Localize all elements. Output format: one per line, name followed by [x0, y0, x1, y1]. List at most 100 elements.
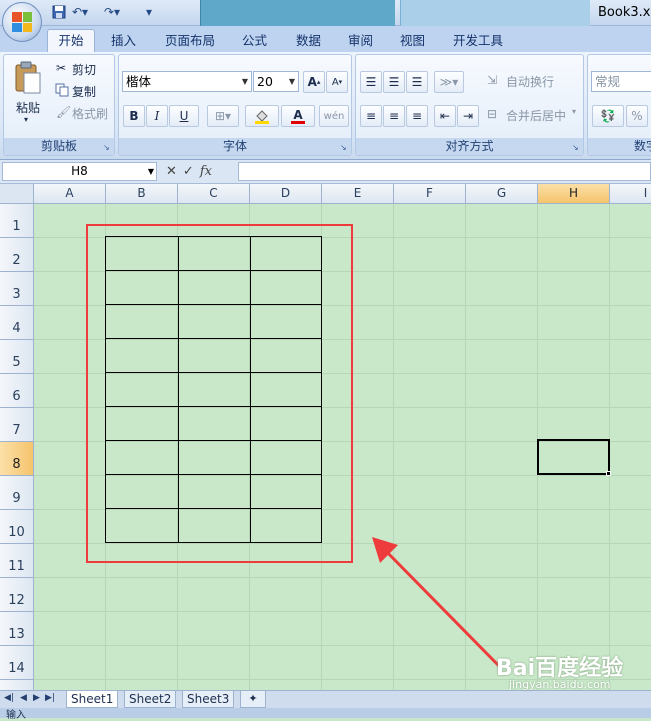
font-name-combo[interactable]: 楷体 ▼ — [122, 71, 252, 92]
copy-icon[interactable] — [55, 83, 69, 100]
office-button[interactable] — [2, 2, 42, 42]
borders-icon[interactable]: ⊞▾ — [207, 105, 239, 127]
enter-icon[interactable]: ✓ — [183, 164, 194, 179]
redo-icon[interactable]: ↷▾ — [104, 5, 120, 21]
format-painter-button[interactable]: 格式刷 — [72, 105, 108, 122]
window-tab-1[interactable] — [200, 0, 395, 26]
sheet-tab-sheet1[interactable]: Sheet1 — [66, 691, 119, 708]
percent-button[interactable]: % — [626, 105, 648, 127]
last-sheet-icon[interactable]: ▶| — [45, 693, 55, 703]
bold-button[interactable]: B — [123, 105, 145, 127]
tab-developer[interactable]: 开发工具 — [453, 30, 503, 49]
currency-icon[interactable]: 💱 — [592, 105, 624, 127]
tab-review[interactable]: 审阅 — [348, 30, 373, 49]
wrap-text-icon[interactable]: ⇲ — [487, 73, 497, 87]
row-header-10[interactable]: 10 — [0, 510, 34, 544]
name-box[interactable]: H8 ▼ — [2, 162, 157, 181]
customize-qat-icon[interactable]: ▾ — [146, 5, 152, 21]
undo-icon[interactable]: ↶▾ — [72, 5, 88, 21]
next-sheet-icon[interactable]: ▶ — [33, 693, 40, 703]
align-bottom-icon[interactable]: ☰ — [406, 71, 428, 93]
first-sheet-icon[interactable]: ◀| — [4, 693, 14, 703]
align-top-icon[interactable]: ☰ — [360, 71, 382, 93]
row-header-12[interactable]: 12 — [0, 578, 34, 612]
tab-view[interactable]: 视图 — [400, 30, 425, 49]
tab-page-layout[interactable]: 页面布局 — [165, 30, 215, 49]
shrink-font-icon[interactable]: A ▾ — [326, 71, 348, 93]
font-color-icon[interactable]: A — [281, 105, 315, 127]
chevron-down-icon[interactable]: ▼ — [289, 72, 295, 91]
font-size-combo[interactable]: 20 ▼ — [253, 71, 299, 92]
chevron-down-icon[interactable]: ▼ — [148, 163, 154, 180]
column-header-g[interactable]: G — [466, 184, 538, 204]
active-cell-h8[interactable] — [537, 439, 610, 475]
italic-button[interactable]: I — [146, 105, 168, 127]
prev-sheet-icon[interactable]: ◀ — [20, 693, 27, 703]
column-header-a[interactable]: A — [34, 184, 106, 204]
column-header-c[interactable]: C — [178, 184, 250, 204]
paste-icon[interactable] — [14, 61, 42, 98]
align-center-icon[interactable]: ≡ — [383, 105, 405, 127]
row-header-8[interactable]: 8 — [0, 442, 34, 476]
row-header-1[interactable]: 1 — [0, 204, 34, 238]
save-icon[interactable] — [52, 5, 66, 21]
grow-font-icon[interactable]: A ▴ — [303, 71, 325, 93]
row-header-13[interactable]: 13 — [0, 612, 34, 646]
office-logo-icon — [12, 12, 32, 32]
clipboard-launcher-icon[interactable]: ↘ — [103, 143, 112, 152]
column-header-b[interactable]: B — [106, 184, 178, 204]
column-header-h[interactable]: H — [538, 184, 610, 204]
row-header-5[interactable]: 5 — [0, 340, 34, 374]
merge-center-button[interactable]: 合并后居中 — [506, 107, 566, 124]
tab-home[interactable]: 开始 — [47, 29, 95, 52]
row-header-3[interactable]: 3 — [0, 272, 34, 306]
cut-button[interactable]: 剪切 — [72, 61, 96, 78]
fill-handle[interactable] — [606, 471, 611, 476]
sheet-tab-sheet3[interactable]: Sheet3 — [182, 691, 235, 708]
font-launcher-icon[interactable]: ↘ — [340, 143, 349, 152]
merge-center-icon[interactable]: ⊟ — [487, 107, 497, 121]
phonetic-icon[interactable]: wén — [319, 105, 349, 127]
paste-dropdown-icon[interactable]: ▾ — [24, 115, 28, 124]
alignment-launcher-icon[interactable]: ↘ — [572, 143, 581, 152]
select-all-button[interactable] — [0, 184, 34, 204]
column-header-e[interactable]: E — [322, 184, 394, 204]
row-header-2[interactable]: 2 — [0, 238, 34, 272]
formula-input[interactable] — [238, 162, 651, 181]
column-header-d[interactable]: D — [250, 184, 322, 204]
row-header-6[interactable]: 6 — [0, 374, 34, 408]
format-painter-icon[interactable]: 🖌 — [56, 105, 71, 119]
merge-dropdown-icon[interactable]: ▾ — [572, 107, 576, 116]
underline-button[interactable]: U — [169, 105, 199, 127]
tab-formulas[interactable]: 公式 — [242, 30, 267, 49]
row-header-7[interactable]: 7 — [0, 408, 34, 442]
copy-button[interactable]: 复制 — [72, 83, 96, 100]
insert-sheet-icon[interactable]: ✦ — [240, 691, 266, 708]
tab-insert[interactable]: 插入 — [111, 30, 136, 49]
cut-icon[interactable]: ✂ — [56, 61, 66, 75]
window-tab-2[interactable] — [400, 0, 590, 26]
chevron-down-icon[interactable]: ▼ — [242, 72, 248, 91]
insert-function-icon[interactable]: fx — [200, 164, 212, 179]
row-header-15[interactable] — [0, 680, 34, 690]
tab-data[interactable]: 数据 — [296, 30, 321, 49]
increase-indent-icon[interactable]: ⇥ — [457, 105, 479, 127]
paste-button[interactable]: 粘贴 — [16, 99, 40, 116]
row-header-9[interactable]: 9 — [0, 476, 34, 510]
row-header-11[interactable]: 11 — [0, 544, 34, 578]
orientation-icon[interactable]: ≫▾ — [434, 71, 464, 93]
highlight-frame — [86, 224, 353, 563]
cancel-icon[interactable]: ✕ — [166, 164, 177, 179]
row-header-4[interactable]: 4 — [0, 306, 34, 340]
column-header-f[interactable]: F — [394, 184, 466, 204]
number-format-combo[interactable]: 常规 — [591, 71, 651, 92]
row-header-14[interactable]: 14 — [0, 646, 34, 680]
sheet-tab-sheet2[interactable]: Sheet2 — [124, 691, 177, 708]
fill-color-icon[interactable] — [245, 105, 279, 127]
column-header-i[interactable]: I — [610, 184, 651, 204]
wrap-text-button[interactable]: 自动换行 — [506, 73, 554, 90]
align-middle-icon[interactable]: ☰ — [383, 71, 405, 93]
align-right-icon[interactable]: ≡ — [406, 105, 428, 127]
align-left-icon[interactable]: ≡ — [360, 105, 382, 127]
decrease-indent-icon[interactable]: ⇤ — [434, 105, 456, 127]
